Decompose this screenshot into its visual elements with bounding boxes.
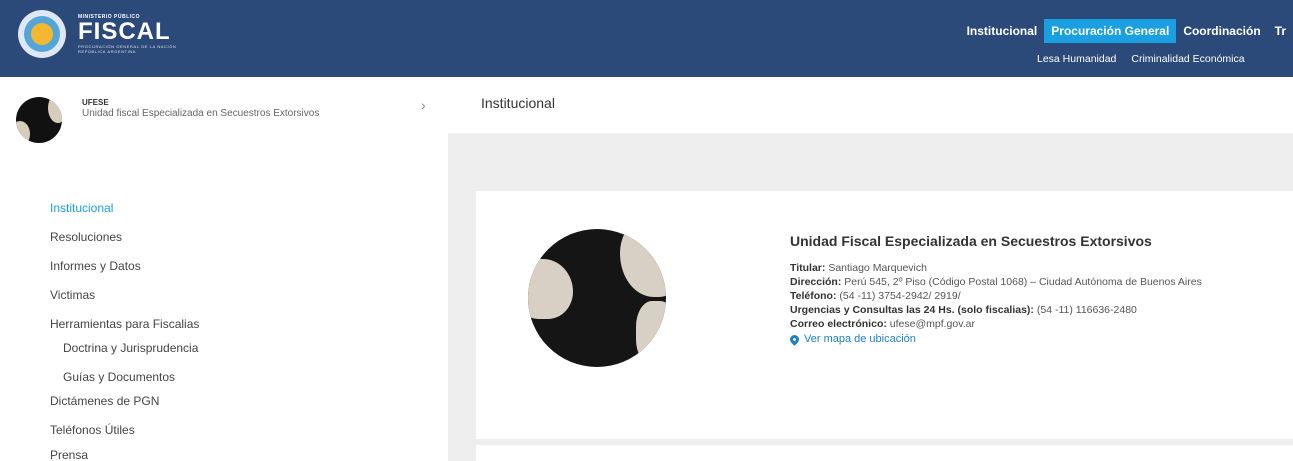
- sidebar-item-institucional[interactable]: Institucional: [50, 201, 113, 215]
- site-logo[interactable]: MINISTERIO PÚBLICO FISCAL PROCURACIÓN GE…: [18, 10, 176, 58]
- sidebar-item-herramientas[interactable]: Herramientas para Fiscalias: [50, 317, 199, 331]
- nav-coordinacion[interactable]: Coordinación: [1176, 19, 1267, 43]
- unit-name: Unidad fiscal Especializada en Secuestro…: [82, 108, 320, 119]
- profile-photo: [528, 229, 666, 367]
- logo-text: MINISTERIO PÚBLICO FISCAL PROCURACIÓN GE…: [78, 14, 176, 54]
- titular-label: Titular:: [790, 262, 826, 274]
- main-content: Institucional Unidad Fiscal Especializad…: [448, 77, 1293, 461]
- sidebar-item-guias[interactable]: Guías y Documentos: [63, 370, 175, 384]
- sidebar-item-resoluciones[interactable]: Resoluciones: [50, 230, 122, 244]
- chevron-right-icon[interactable]: ›: [421, 97, 426, 113]
- map-link[interactable]: Ver mapa de ubicación: [788, 332, 1290, 346]
- direccion-value: Perú 545, 2º Piso (Código Postal 1068) –…: [841, 276, 1202, 288]
- profile-info: Unidad Fiscal Especializada en Secuestro…: [788, 233, 1290, 346]
- map-link-label: Ver mapa de ubicación: [804, 333, 916, 345]
- sidebar-item-prensa[interactable]: Prensa: [50, 448, 88, 461]
- urgencias-line: Urgencias y Consultas las 24 Hs. (solo f…: [790, 303, 1290, 317]
- next-card: [476, 445, 1293, 461]
- sidebar-item-victimas[interactable]: Victimas: [50, 288, 95, 302]
- urgencias-value: (54 -11) 116636-2480: [1033, 304, 1137, 316]
- sidebar-item-dictamenes[interactable]: Dictámenes de PGN: [50, 394, 159, 408]
- unit-card[interactable]: UFESE Unidad fiscal Especializada en Sec…: [16, 97, 332, 143]
- sidebar-item-doctrina[interactable]: Doctrina y Jurisprudencia: [63, 341, 198, 355]
- titular-line: Titular: Santiago Marquevich: [790, 261, 1290, 275]
- logo-sub2: REPÚBLICA ARGENTINA: [78, 49, 137, 54]
- profile-card: Unidad Fiscal Especializada en Secuestro…: [476, 191, 1293, 439]
- unit-meta: UFESE Unidad fiscal Especializada en Sec…: [82, 98, 332, 143]
- main-nav: Institucional Procuración General Coordi…: [960, 19, 1293, 43]
- correo-label: Correo electrónico:: [790, 318, 887, 330]
- urgencias-label: Urgencias y Consultas las 24 Hs. (solo f…: [790, 304, 1034, 316]
- direccion-label: Dirección:: [790, 276, 842, 288]
- sidebar-item-telefonos[interactable]: Teléfonos Útiles: [50, 423, 135, 437]
- sidebar-item-informes-y-datos[interactable]: Informes y Datos: [50, 259, 141, 273]
- direccion-line: Dirección: Perú 545, 2º Piso (Código Pos…: [790, 275, 1290, 289]
- unit-avatar: [16, 97, 62, 143]
- page-title: Institucional: [481, 95, 555, 111]
- subnav-lesa-humanidad[interactable]: Lesa Humanidad: [1037, 53, 1116, 65]
- profile-title: Unidad Fiscal Especializada en Secuestro…: [790, 233, 1152, 249]
- correo-line: Correo electrónico: ufese@mpf.gov.ar: [790, 317, 1290, 331]
- nav-procuracion-general[interactable]: Procuración General: [1044, 19, 1177, 43]
- map-pin-icon: [788, 332, 801, 346]
- logo-emblem-icon: [18, 10, 66, 58]
- sub-nav: Lesa Humanidad Criminalidad Económica: [1037, 53, 1260, 65]
- telefono-line: Teléfono: (54 -11) 3754-2942/ 2919/: [790, 289, 1290, 303]
- logo-name: FISCAL: [78, 18, 171, 45]
- nav-institucional[interactable]: Institucional: [960, 19, 1045, 43]
- subnav-criminalidad-economica[interactable]: Criminalidad Económica: [1131, 53, 1244, 65]
- telefono-label: Teléfono:: [790, 290, 837, 302]
- correo-value[interactable]: ufese@mpf.gov.ar: [887, 318, 975, 330]
- nav-truncated[interactable]: Tr: [1268, 19, 1293, 43]
- titular-value: Santiago Marquevich: [825, 262, 927, 274]
- unit-code: UFESE: [82, 98, 109, 107]
- sidebar: UFESE Unidad fiscal Especializada en Sec…: [0, 77, 448, 461]
- site-header: MINISTERIO PÚBLICO FISCAL PROCURACIÓN GE…: [0, 0, 1293, 77]
- telefono-value: (54 -11) 3754-2942/ 2919/: [836, 290, 961, 302]
